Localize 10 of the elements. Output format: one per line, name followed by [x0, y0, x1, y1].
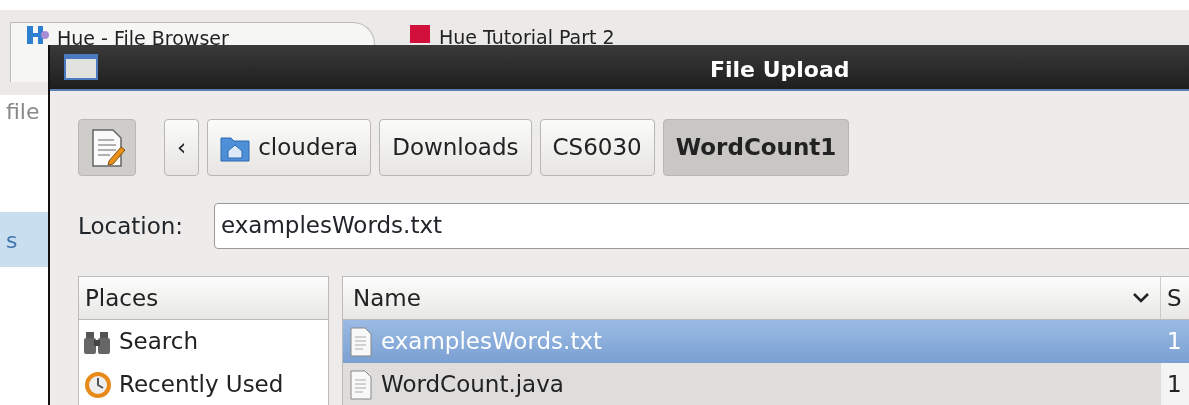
tab-title: Hue - File Browser: [57, 26, 229, 51]
file-name: examplesWords.txt: [381, 327, 603, 357]
tab-title: Hue Tutorial Part 2: [439, 25, 615, 50]
places-header: Places: [79, 277, 328, 320]
file-size: 1: [1161, 363, 1189, 405]
file-name: WordCount.java: [381, 370, 564, 400]
column-title: Name: [353, 283, 421, 313]
window-title: File Upload: [710, 56, 850, 84]
file-size: 1: [1166, 327, 1183, 357]
location-label: Location:: [78, 211, 185, 241]
